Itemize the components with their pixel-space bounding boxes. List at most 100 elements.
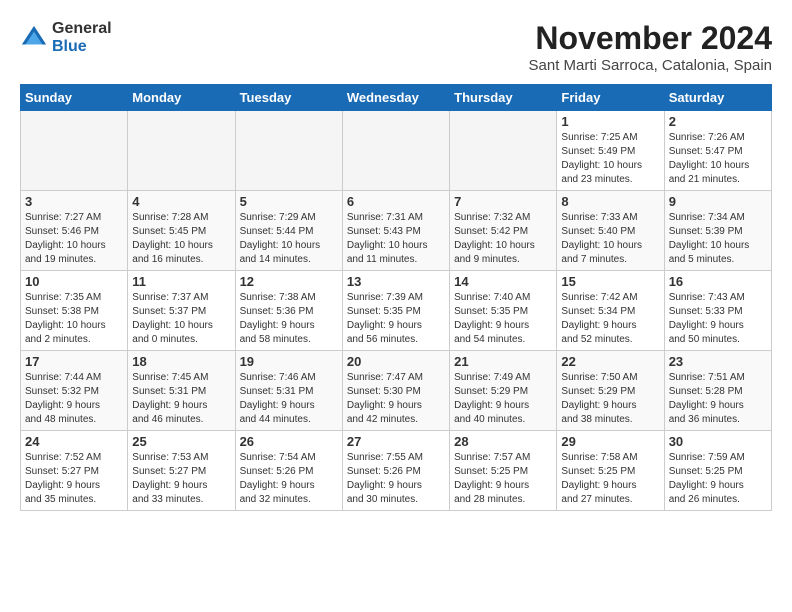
calendar-cell: 20 Sunrise: 7:47 AM Sunset: 5:30 PM Dayli… [342, 351, 449, 431]
calendar-cell: 21Sunrise: 7:49 AM Sunset: 5:29 PM Dayli… [450, 351, 557, 431]
day-number: 26 [240, 434, 338, 449]
weekday-header-saturday: Saturday [664, 85, 771, 111]
calendar-cell: 4 Sunrise: 7:28 AM Sunset: 5:45 PM Daylig… [128, 191, 235, 271]
calendar-cell: 3 Sunrise: 7:27 AM Sunset: 5:46 PM Daylig… [21, 191, 128, 271]
day-info: Sunrise: 7:43 AM Sunset: 5:33 PM Dayligh… [669, 291, 767, 347]
calendar-cell: 9 Sunrise: 7:34 AM Sunset: 5:39 PM Daylig… [664, 191, 771, 271]
day-info: Sunrise: 7:34 AM Sunset: 5:39 PM Dayligh… [669, 211, 767, 267]
calendar-cell: 23 Sunrise: 7:51 AM Sunset: 5:28 PM Dayli… [664, 351, 771, 431]
day-info: Sunrise: 7:58 AM Sunset: 5:25 PM Dayligh… [561, 451, 659, 507]
month-title: November 2024 [529, 20, 772, 57]
page-header: General Blue November 2024 Sant Marti Sa… [20, 20, 772, 74]
day-number: 7 [454, 194, 552, 209]
calendar-cell: 25 Sunrise: 7:53 AM Sunset: 5:27 PM Dayli… [128, 431, 235, 511]
day-info: Sunrise: 7:31 AM Sunset: 5:43 PM Dayligh… [347, 211, 445, 267]
logo-blue-text: Blue [52, 38, 112, 56]
day-info: Sunrise: 7:51 AM Sunset: 5:28 PM Dayligh… [669, 371, 767, 427]
location-subtitle: Sant Marti Sarroca, Catalonia, Spain [529, 57, 772, 74]
day-number: 17 [25, 354, 123, 369]
calendar-cell: 22 Sunrise: 7:50 AM Sunset: 5:29 PM Dayli… [557, 351, 664, 431]
weekday-header-tuesday: Tuesday [235, 85, 342, 111]
day-number: 12 [240, 274, 338, 289]
calendar-cell: 5Sunrise: 7:29 AM Sunset: 5:44 PM Daylig… [235, 191, 342, 271]
calendar-cell: 1Sunrise: 7:25 AM Sunset: 5:49 PM Daylig… [557, 111, 664, 191]
calendar-cell: 19 Sunrise: 7:46 AM Sunset: 5:31 PM Dayli… [235, 351, 342, 431]
calendar-table: SundayMondayTuesdayWednesdayThursdayFrid… [20, 84, 772, 511]
day-info: Sunrise: 7:39 AM Sunset: 5:35 PM Dayligh… [347, 291, 445, 347]
logo-general-text: General [52, 20, 112, 38]
day-info: Sunrise: 7:59 AM Sunset: 5:25 PM Dayligh… [669, 451, 767, 507]
day-info: Sunrise: 7:45 AM Sunset: 5:31 PM Dayligh… [132, 371, 230, 427]
day-number: 24 [25, 434, 123, 449]
calendar-cell [342, 111, 449, 191]
calendar-cell [21, 111, 128, 191]
day-number: 4 [132, 194, 230, 209]
calendar-cell: 17 Sunrise: 7:44 AM Sunset: 5:32 PM Dayli… [21, 351, 128, 431]
title-block: November 2024 Sant Marti Sarroca, Catalo… [529, 20, 772, 74]
weekday-header-friday: Friday [557, 85, 664, 111]
calendar-cell: 29 Sunrise: 7:58 AM Sunset: 5:25 PM Dayli… [557, 431, 664, 511]
day-number: 3 [25, 194, 123, 209]
day-number: 14 [454, 274, 552, 289]
day-number: 19 [240, 354, 338, 369]
day-info: Sunrise: 7:37 AM Sunset: 5:37 PM Dayligh… [132, 291, 230, 347]
day-info: Sunrise: 7:35 AM Sunset: 5:38 PM Dayligh… [25, 291, 123, 347]
logo-icon [20, 24, 48, 52]
day-number: 10 [25, 274, 123, 289]
day-info: Sunrise: 7:53 AM Sunset: 5:27 PM Dayligh… [132, 451, 230, 507]
calendar-cell: 28 Sunrise: 7:57 AM Sunset: 5:25 PM Dayli… [450, 431, 557, 511]
calendar-cell [235, 111, 342, 191]
day-info: Sunrise: 7:33 AM Sunset: 5:40 PM Dayligh… [561, 211, 659, 267]
day-info: Sunrise: 7:57 AM Sunset: 5:25 PM Dayligh… [454, 451, 552, 507]
day-number: 16 [669, 274, 767, 289]
day-number: 27 [347, 434, 445, 449]
day-info: Sunrise: 7:50 AM Sunset: 5:29 PM Dayligh… [561, 371, 659, 427]
day-number: 29 [561, 434, 659, 449]
weekday-header-wednesday: Wednesday [342, 85, 449, 111]
day-number: 8 [561, 194, 659, 209]
day-info: Sunrise: 7:29 AM Sunset: 5:44 PM Dayligh… [240, 211, 338, 267]
calendar-cell: 11 Sunrise: 7:37 AM Sunset: 5:37 PM Dayli… [128, 271, 235, 351]
day-number: 25 [132, 434, 230, 449]
calendar-cell: 16 Sunrise: 7:43 AM Sunset: 5:33 PM Dayli… [664, 271, 771, 351]
day-info: Sunrise: 7:28 AM Sunset: 5:45 PM Dayligh… [132, 211, 230, 267]
day-info: Sunrise: 7:47 AM Sunset: 5:30 PM Dayligh… [347, 371, 445, 427]
weekday-header-monday: Monday [128, 85, 235, 111]
day-info: Sunrise: 7:26 AM Sunset: 5:47 PM Dayligh… [669, 131, 767, 187]
day-number: 20 [347, 354, 445, 369]
day-info: Sunrise: 7:42 AM Sunset: 5:34 PM Dayligh… [561, 291, 659, 347]
day-number: 22 [561, 354, 659, 369]
calendar-cell: 12Sunrise: 7:38 AM Sunset: 5:36 PM Dayli… [235, 271, 342, 351]
calendar-week-1: 1Sunrise: 7:25 AM Sunset: 5:49 PM Daylig… [21, 111, 772, 191]
day-number: 21 [454, 354, 552, 369]
calendar-cell: 30 Sunrise: 7:59 AM Sunset: 5:25 PM Dayli… [664, 431, 771, 511]
day-number: 18 [132, 354, 230, 369]
day-number: 30 [669, 434, 767, 449]
day-number: 23 [669, 354, 767, 369]
day-number: 15 [561, 274, 659, 289]
day-number: 11 [132, 274, 230, 289]
day-info: Sunrise: 7:44 AM Sunset: 5:32 PM Dayligh… [25, 371, 123, 427]
weekday-header-sunday: Sunday [21, 85, 128, 111]
calendar-week-3: 10 Sunrise: 7:35 AM Sunset: 5:38 PM Dayli… [21, 271, 772, 351]
calendar-cell: 15 Sunrise: 7:42 AM Sunset: 5:34 PM Dayli… [557, 271, 664, 351]
weekday-header-thursday: Thursday [450, 85, 557, 111]
calendar-cell: 27Sunrise: 7:55 AM Sunset: 5:26 PM Dayli… [342, 431, 449, 511]
day-number: 6 [347, 194, 445, 209]
calendar-cell: 8 Sunrise: 7:33 AM Sunset: 5:40 PM Daylig… [557, 191, 664, 271]
logo: General Blue [20, 20, 112, 55]
day-info: Sunrise: 7:40 AM Sunset: 5:35 PM Dayligh… [454, 291, 552, 347]
day-number: 2 [669, 114, 767, 129]
calendar-cell [450, 111, 557, 191]
calendar-week-4: 17 Sunrise: 7:44 AM Sunset: 5:32 PM Dayli… [21, 351, 772, 431]
day-number: 9 [669, 194, 767, 209]
calendar-week-5: 24Sunrise: 7:52 AM Sunset: 5:27 PM Dayli… [21, 431, 772, 511]
day-number: 13 [347, 274, 445, 289]
calendar-cell [128, 111, 235, 191]
day-info: Sunrise: 7:27 AM Sunset: 5:46 PM Dayligh… [25, 211, 123, 267]
calendar-cell: 7Sunrise: 7:32 AM Sunset: 5:42 PM Daylig… [450, 191, 557, 271]
calendar-cell: 10 Sunrise: 7:35 AM Sunset: 5:38 PM Dayli… [21, 271, 128, 351]
day-info: Sunrise: 7:46 AM Sunset: 5:31 PM Dayligh… [240, 371, 338, 427]
day-number: 28 [454, 434, 552, 449]
calendar-cell: 24Sunrise: 7:52 AM Sunset: 5:27 PM Dayli… [21, 431, 128, 511]
